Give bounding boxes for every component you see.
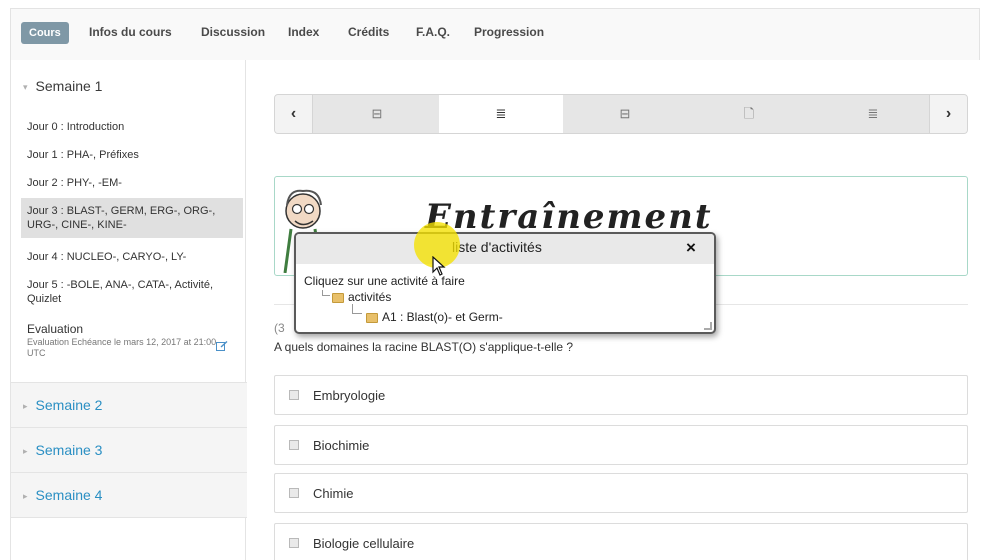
dialog-titlebar[interactable]: liste d'activités ×: [296, 234, 714, 264]
week-3-header[interactable]: ▸ Semaine 3: [23, 442, 102, 458]
chevron-right-icon: ▸: [23, 490, 28, 501]
sequence-item-problem[interactable]: ≣: [811, 95, 935, 133]
course-outline-sidebar: ▾ Semaine 1 Jour 0 : Introduction Jour 1 …: [10, 60, 247, 560]
lesson-jour-5[interactable]: Jour 5 : -BOLE, ANA-, CATA-, Activité, Q…: [27, 278, 241, 306]
sequence-item-document[interactable]: 🗋: [687, 95, 811, 133]
dialog-instructions: Cliquez sur une activité à faire: [304, 274, 465, 288]
lesson-jour-3[interactable]: Jour 3 : BLAST-, GERM, ERG-, ORG-, URG-,…: [21, 198, 243, 238]
week-4-header[interactable]: ▸ Semaine 4: [23, 487, 102, 503]
checkbox[interactable]: [289, 488, 299, 498]
tab-cours[interactable]: Cours: [21, 22, 69, 44]
tree-node-a1[interactable]: A1 : Blast(o)- et Germ-: [366, 310, 503, 324]
tab-discussion[interactable]: Discussion: [201, 25, 265, 39]
activity-list-dialog: liste d'activités × Cliquez sur une acti…: [294, 232, 716, 334]
tree-node-activities[interactable]: activités: [332, 290, 391, 304]
chevron-right-icon: ▸: [23, 400, 28, 411]
previous-button[interactable]: ‹: [275, 95, 313, 133]
lesson-jour-1[interactable]: Jour 1 : PHA-, Préfixes: [27, 148, 241, 162]
week-4-label: Semaine 4: [35, 487, 103, 503]
folder-icon: [366, 312, 378, 323]
sequence-navigation: ‹ ⊟ ≣ ⊟ 🗋 ≣ ›: [274, 94, 968, 134]
choice-option[interactable]: Biochimie: [274, 425, 968, 465]
video-icon: ⊟: [619, 106, 631, 121]
week-1-header[interactable]: ▾ Semaine 1: [23, 78, 102, 94]
week-3-row[interactable]: ▸ Semaine 3: [11, 428, 247, 472]
tree-node-label: activités: [348, 290, 392, 304]
sequence-item-video[interactable]: ⊟: [563, 95, 687, 133]
week-2-label: Semaine 2: [35, 397, 103, 413]
checkbox[interactable]: [289, 538, 299, 548]
divider: [11, 517, 247, 518]
resize-handle-icon[interactable]: [704, 322, 712, 330]
banner-title: Entraînement: [425, 197, 713, 237]
dialog-title: liste d'activités: [452, 239, 542, 255]
tree-connector: [322, 290, 330, 296]
problem-points: (3: [274, 321, 285, 335]
week-1-label: Semaine 1: [35, 78, 103, 94]
week-4-row[interactable]: ▸ Semaine 4: [11, 473, 247, 517]
sequence-item-video[interactable]: ⊟: [315, 95, 439, 133]
choice-option[interactable]: Embryologie: [274, 375, 968, 415]
week-2-row[interactable]: ▸ Semaine 2: [11, 383, 247, 427]
evaluation-due-date: Evaluation Echéance le mars 12, 2017 at …: [27, 337, 217, 358]
tab-credits[interactable]: Crédits: [348, 25, 389, 39]
tab-progression[interactable]: Progression: [474, 25, 544, 39]
edit-icon[interactable]: [216, 341, 228, 351]
list-icon: ≣: [867, 106, 879, 121]
document-icon: 🗋: [743, 106, 755, 121]
checkbox[interactable]: [289, 390, 299, 400]
page: Cours Infos du cours Discussion Index Cr…: [0, 0, 981, 560]
mouse-pointer-icon: [432, 256, 446, 276]
next-button[interactable]: ›: [929, 95, 967, 133]
choice-option[interactable]: Chimie: [274, 473, 968, 513]
chevron-down-icon: ▾: [23, 81, 28, 92]
week-2-header[interactable]: ▸ Semaine 2: [23, 397, 102, 413]
week-3-label: Semaine 3: [35, 442, 103, 458]
folder-icon: [332, 292, 344, 303]
tree-node-label: A1 : Blast(o)- et Germ-: [382, 310, 503, 324]
choice-label: Chimie: [313, 486, 354, 501]
sequence-item-problem-active[interactable]: ≣: [439, 95, 563, 133]
checkbox[interactable]: [289, 440, 299, 450]
choice-label: Embryologie: [313, 388, 386, 403]
tab-index[interactable]: Index: [288, 25, 319, 39]
close-icon[interactable]: ×: [686, 238, 696, 258]
lesson-jour-4[interactable]: Jour 4 : NUCLEO-, CARYO-, LY-: [27, 250, 241, 264]
tab-faq[interactable]: F.A.Q.: [416, 25, 450, 39]
choice-label: Biologie cellulaire: [313, 536, 415, 551]
tree-connector: [352, 304, 362, 314]
evaluation-title[interactable]: Evaluation: [27, 322, 83, 336]
choice-label: Biochimie: [313, 438, 370, 453]
list-icon: ≣: [495, 106, 507, 121]
chevron-right-icon: ▸: [23, 445, 28, 456]
video-icon: ⊟: [371, 106, 383, 121]
course-tabs-bar: Cours Infos du cours Discussion Index Cr…: [10, 8, 980, 60]
tab-infos-du-cours[interactable]: Infos du cours: [89, 25, 172, 39]
question-text: A quels domaines la racine BLAST(O) s'ap…: [274, 340, 574, 354]
lesson-jour-2[interactable]: Jour 2 : PHY-, -EM-: [27, 176, 241, 190]
lesson-jour-0[interactable]: Jour 0 : Introduction: [27, 120, 241, 134]
choice-option[interactable]: Biologie cellulaire: [274, 523, 968, 560]
